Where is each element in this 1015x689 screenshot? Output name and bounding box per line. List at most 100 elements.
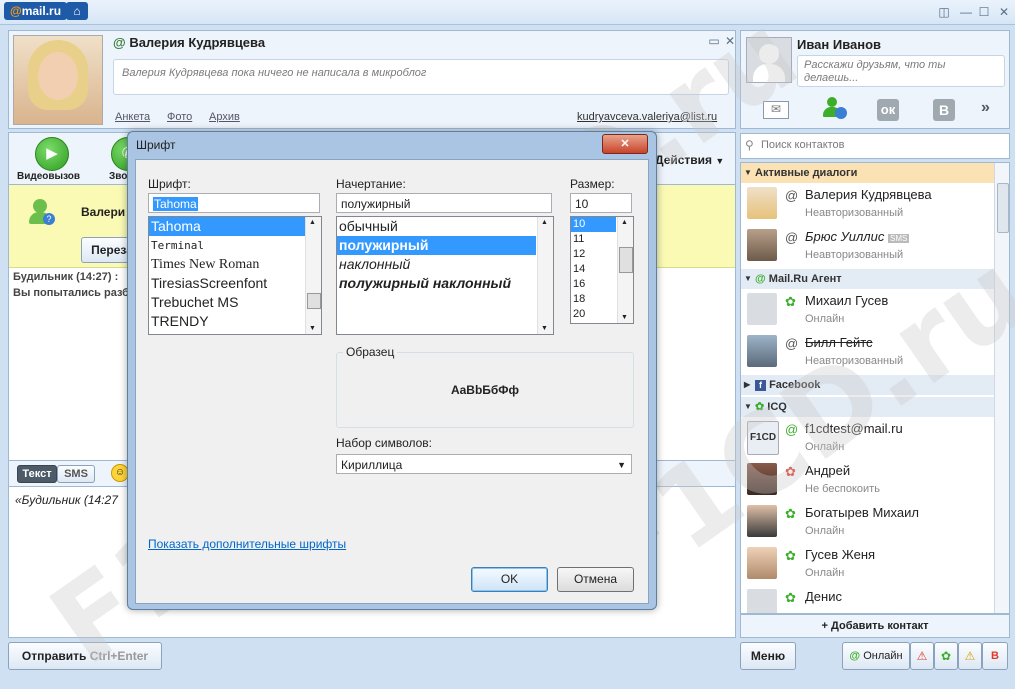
contact-list-scrollbar[interactable]: [994, 163, 1009, 613]
close-profile-icon[interactable]: ✕: [721, 33, 739, 49]
list-item[interactable]: F1CD @ f1cdtest@mail.ru Онлайн: [741, 417, 989, 459]
list-item[interactable]: @ Билл Гейтс Неавторизованный: [741, 331, 989, 373]
style-option[interactable]: наклонный: [337, 255, 553, 274]
window-titlebar: @mail.ru ⌂ ◫ — ☐ ✕: [0, 0, 1015, 25]
search-placeholder: Поиск контактов: [761, 139, 845, 151]
style-list-scrollbar[interactable]: ▲ ▼: [537, 217, 553, 334]
size-input[interactable]: 10: [570, 193, 632, 213]
contact-name: Денис: [805, 589, 842, 604]
close-window-icon[interactable]: ✕: [995, 4, 1013, 20]
link-photo[interactable]: Фото: [167, 111, 192, 123]
profile-photo[interactable]: [13, 35, 103, 125]
ok-button[interactable]: OK: [471, 567, 548, 592]
video-call-label[interactable]: Видеовызов: [17, 171, 80, 182]
font-option[interactable]: Tahoma: [149, 217, 321, 236]
profile-header: @ Валерия Кудрявцева ▭ ✕ Валерия Кудрявц…: [8, 30, 736, 129]
style-option[interactable]: полужирный наклонный: [337, 274, 553, 293]
font-option[interactable]: Times New Roman: [149, 255, 321, 274]
list-item[interactable]: ✿ Денис: [741, 585, 989, 613]
alert-icon[interactable]: ⚠: [910, 642, 934, 670]
contact-status: Неавторизованный: [805, 207, 904, 219]
microblog-box: Валерия Кудрявцева пока ничего не написа…: [113, 59, 729, 95]
mailru-logo[interactable]: @mail.ru: [4, 2, 68, 20]
font-list[interactable]: Tahoma Terminal Times New Roman Tiresias…: [148, 216, 322, 335]
size-option[interactable]: 10: [571, 217, 616, 232]
style-input[interactable]: полужирный: [336, 193, 552, 213]
charset-select[interactable]: Кириллица ▼: [336, 454, 632, 474]
tab-text[interactable]: Текст: [17, 465, 57, 483]
profile-email[interactable]: kudryavceva.valeriya@list.ru: [577, 111, 717, 123]
font-option[interactable]: TRENDY: [149, 312, 321, 331]
list-item[interactable]: ✿ Богатырев Михаил Онлайн: [741, 501, 989, 543]
actions-menu[interactable]: Действия ▼: [655, 153, 724, 167]
user-avatar[interactable]: [746, 37, 792, 83]
video-call-icon[interactable]: ▶: [35, 137, 69, 171]
contact-avatar: [747, 187, 777, 219]
list-item[interactable]: ✿ Андрей Не беспокоить: [741, 459, 989, 501]
warning-icon[interactable]: ⚠: [958, 642, 982, 670]
font-input[interactable]: Tahoma: [148, 193, 320, 213]
mail-icon[interactable]: ✉: [763, 101, 789, 119]
chevron-down-icon: ▼: [617, 460, 626, 470]
list-item[interactable]: ✿ Михаил Гусев Онлайн: [741, 289, 989, 331]
list-item[interactable]: @ Валерия Кудрявцева Неавторизованный: [741, 183, 989, 225]
group-icq[interactable]: ▼ ✿ ICQ: [741, 397, 1005, 417]
microblog-text: Валерия Кудрявцева пока ничего не написа…: [122, 67, 427, 79]
odnoklassniki-icon[interactable]: ок: [877, 99, 899, 121]
banner-name: Валери: [81, 205, 126, 219]
contact-search[interactable]: ⚲ Поиск контактов: [740, 133, 1010, 159]
user-status-input[interactable]: Расскажи друзьям, что ты делаешь...: [797, 55, 1005, 87]
send-button[interactable]: Отправить Ctrl+Enter: [8, 642, 162, 670]
minimize-icon[interactable]: —: [957, 4, 975, 20]
home-icon[interactable]: ⌂: [66, 2, 88, 20]
contact-avatar: [747, 229, 777, 261]
contact-status: Неавторизованный: [805, 249, 904, 261]
list-item[interactable]: @ Брюс Уиллис SMS Неавторизованный: [741, 225, 989, 267]
contact-name: Билл Гейтс: [805, 335, 873, 350]
tab-sms[interactable]: SMS: [57, 465, 95, 483]
list-item[interactable]: ✿ Гусев Женя Онлайн: [741, 543, 989, 585]
group-mailru-agent[interactable]: ▼ @ Mail.Ru Агент: [741, 269, 1005, 289]
maximize-icon[interactable]: ☐: [975, 4, 993, 20]
link-archive[interactable]: Архив: [209, 111, 240, 123]
dialog-body: Шрифт: Tahoma Tahoma Terminal Times New …: [135, 159, 649, 604]
sample-group: Образец AaBbБбФф: [336, 345, 634, 428]
contact-avatar: [747, 547, 777, 579]
style-option[interactable]: обычный: [337, 217, 553, 236]
font-option[interactable]: Trebuchet MS: [149, 293, 321, 312]
menu-button[interactable]: Меню: [740, 642, 796, 670]
size-list[interactable]: 10 11 12 14 16 18 20 ▲ ▼: [570, 216, 634, 324]
contact-avatar: [747, 335, 777, 367]
cancel-button[interactable]: Отмена: [557, 567, 634, 592]
group-active-dialogs[interactable]: ▼ Активные диалоги: [741, 163, 1005, 183]
font-option[interactable]: Terminal: [149, 236, 321, 255]
more-fonts-link[interactable]: Показать дополнительные шрифты: [148, 537, 346, 551]
sms-status-icon[interactable]: B: [982, 642, 1008, 670]
font-option[interactable]: TiresiasScreenfont: [149, 274, 321, 293]
call-label[interactable]: Зво: [109, 171, 127, 182]
contact-name: Валерия Кудрявцева: [805, 187, 932, 202]
add-user-icon[interactable]: [821, 95, 847, 121]
contact-avatar: [747, 505, 777, 537]
link-profile[interactable]: Анкета: [115, 111, 150, 123]
layout-toggle-icon[interactable]: ◫: [935, 4, 953, 20]
at-icon: @: [785, 230, 799, 245]
dialog-close-button[interactable]: ✕: [602, 134, 648, 154]
font-label: Шрифт:: [148, 177, 191, 191]
contact-status: Онлайн: [805, 567, 845, 579]
font-list-scrollbar[interactable]: ▲ ▼: [305, 217, 321, 334]
contact-name: Брюс Уиллис SMS: [805, 229, 910, 244]
status-selector[interactable]: @ Онлайн: [842, 642, 910, 670]
vkontakte-icon[interactable]: В: [933, 99, 955, 121]
icq-status-icon[interactable]: ✿: [934, 642, 958, 670]
add-contact-button[interactable]: + Добавить контакт: [740, 614, 1010, 638]
size-list-scrollbar[interactable]: ▲ ▼: [617, 217, 633, 323]
at-icon: @: [785, 188, 799, 203]
style-list[interactable]: обычный полужирный наклонный полужирный …: [336, 216, 554, 335]
style-option[interactable]: полужирный: [337, 236, 536, 255]
group-facebook[interactable]: ▶ f Facebook: [741, 375, 1005, 395]
more-icon[interactable]: »: [981, 99, 990, 117]
sample-text: AaBbБбФф: [450, 383, 520, 397]
contact-avatar: [747, 293, 777, 325]
profile-name: @ Валерия Кудрявцева: [113, 35, 266, 50]
